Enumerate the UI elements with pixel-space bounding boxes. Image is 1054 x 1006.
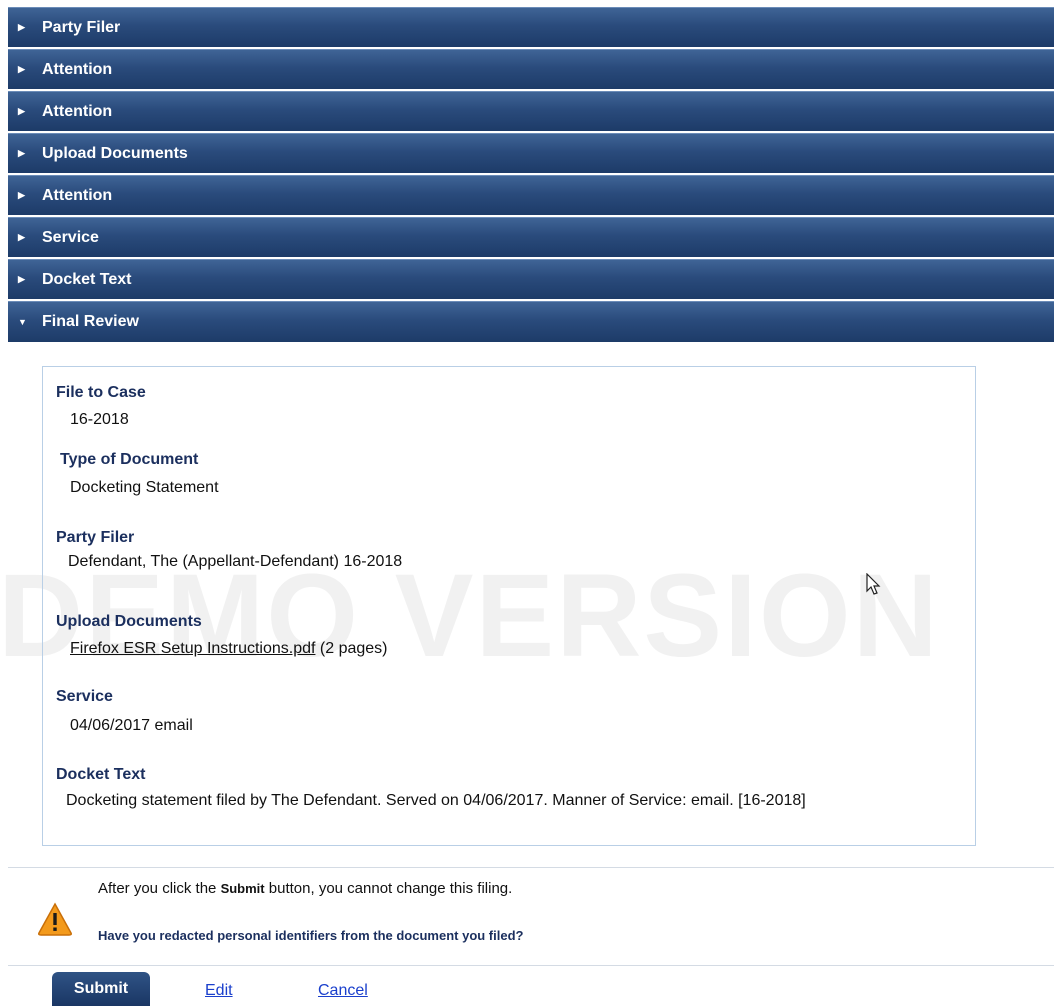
notice-bold: Submit bbox=[220, 881, 265, 896]
file-to-case-value: 16-2018 bbox=[70, 411, 129, 428]
section-label: Party Filer bbox=[42, 18, 121, 36]
section-label: Attention bbox=[42, 102, 113, 120]
section-label: Final Review bbox=[42, 313, 139, 330]
section-label: Attention bbox=[42, 186, 113, 204]
section-docket-text[interactable]: ▶ Docket Text bbox=[8, 259, 1054, 299]
redaction-question: Have you redacted personal identifiers f… bbox=[98, 928, 524, 943]
party-filer-value: Defendant, The (Appellant-Defendant) 16-… bbox=[68, 553, 403, 570]
page-count: (2 pages) bbox=[315, 640, 388, 657]
upload-documents-label: Upload Documents bbox=[56, 613, 202, 630]
doc-type-label: Type of Document bbox=[60, 451, 199, 468]
mouse-cursor-icon bbox=[866, 573, 881, 595]
section-attention-1[interactable]: ▶ Attention bbox=[8, 49, 1054, 89]
triangle-right-icon: ▶ bbox=[18, 274, 25, 284]
divider bbox=[8, 867, 1054, 868]
submit-warning-text: After you click the Submit button, you c… bbox=[98, 880, 512, 897]
divider bbox=[8, 965, 1054, 966]
edit-link[interactable]: Edit bbox=[205, 982, 233, 1000]
section-final-review[interactable]: ▼ Final Review bbox=[8, 301, 1054, 342]
triangle-right-icon: ▶ bbox=[18, 190, 25, 200]
warning-icon bbox=[38, 902, 72, 936]
section-party-filer[interactable]: ▶ Party Filer bbox=[8, 7, 1054, 47]
final-review-panel bbox=[42, 366, 976, 846]
docket-text-label: Docket Text bbox=[56, 766, 146, 783]
notice-text: After you click the bbox=[98, 880, 221, 897]
upload-documents-value: Firefox ESR Setup Instructions.pdf (2 pa… bbox=[70, 640, 388, 658]
triangle-right-icon: ▶ bbox=[18, 64, 25, 74]
section-label: Upload Documents bbox=[42, 144, 188, 162]
triangle-right-icon: ▶ bbox=[18, 106, 25, 116]
doc-type-value: Docketing Statement bbox=[70, 479, 219, 496]
cancel-link[interactable]: Cancel bbox=[318, 982, 368, 1000]
section-attention-2[interactable]: ▶ Attention bbox=[8, 91, 1054, 131]
submit-button[interactable]: Submit bbox=[52, 972, 150, 1006]
triangle-right-icon: ▶ bbox=[18, 232, 25, 242]
service-value: 04/06/2017 email bbox=[70, 717, 193, 734]
section-label: Service bbox=[42, 228, 99, 246]
section-attention-3[interactable]: ▶ Attention bbox=[8, 175, 1054, 215]
docket-text-value: Docketing statement filed by The Defenda… bbox=[66, 792, 806, 809]
section-service[interactable]: ▶ Service bbox=[8, 217, 1054, 257]
filing-accordion: ▶ Party Filer ▶ Attention ▶ Attention ▶ … bbox=[8, 7, 1054, 344]
section-upload-documents[interactable]: ▶ Upload Documents bbox=[8, 133, 1054, 173]
triangle-down-icon: ▼ bbox=[18, 317, 27, 327]
document-link[interactable]: Firefox ESR Setup Instructions.pdf bbox=[70, 640, 315, 657]
file-to-case-label: File to Case bbox=[56, 384, 146, 401]
section-label: Attention bbox=[42, 60, 113, 78]
party-filer-label: Party Filer bbox=[56, 529, 135, 546]
triangle-right-icon: ▶ bbox=[18, 22, 25, 32]
triangle-right-icon: ▶ bbox=[18, 148, 25, 158]
service-label: Service bbox=[56, 688, 113, 705]
notice-text: button, you cannot change this filing. bbox=[264, 880, 513, 897]
section-label: Docket Text bbox=[42, 270, 132, 288]
